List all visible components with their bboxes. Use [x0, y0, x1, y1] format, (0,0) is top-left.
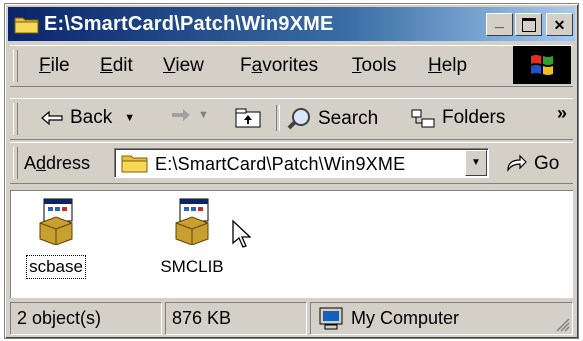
forward-dropdown-icon[interactable]: ▼ — [198, 109, 209, 121]
title-bar[interactable]: E:\SmartCard\Patch\Win9XME _ ✕ — [8, 7, 575, 41]
toolbar-grip[interactable] — [13, 103, 18, 135]
menu-file[interactable]: File — [39, 55, 70, 77]
status-size: 876 KB — [165, 302, 307, 335]
chevron-down-icon: ▼ — [471, 157, 481, 168]
menu-help-label: elp — [441, 55, 468, 76]
menu-help-accel: H — [428, 55, 442, 76]
menu-tools[interactable]: Tools — [352, 55, 396, 77]
file-label-scbase: scbase — [26, 255, 86, 279]
address-dropdown-button[interactable]: ▼ — [465, 150, 487, 176]
up-folder-button[interactable] — [234, 107, 262, 129]
forward-button[interactable]: ▼ — [170, 107, 209, 123]
folder-icon — [14, 17, 39, 34]
address-grip[interactable] — [13, 147, 18, 179]
search-icon — [287, 108, 310, 130]
address-combobox[interactable]: E:\SmartCard\Patch\Win9XME ▼ — [114, 148, 489, 178]
menu-view-accel: V — [163, 55, 176, 76]
menu-favorites-pre: F — [240, 55, 252, 76]
menu-tools-accel: T — [352, 55, 362, 76]
status-zone-label: My Computer — [351, 308, 460, 328]
minimize-icon: _ — [495, 12, 504, 30]
menu-favorites[interactable]: Favorites — [240, 55, 318, 77]
toolbar-separator — [276, 105, 280, 131]
menu-favorites-accel: a — [251, 55, 263, 76]
menu-help[interactable]: Help — [428, 55, 467, 77]
menu-bar: File Edit View Favorites Tools Help — [10, 45, 573, 87]
address-label-accel: d — [36, 153, 47, 173]
menu-view[interactable]: View — [163, 55, 204, 77]
maximize-button[interactable] — [515, 13, 542, 36]
my-computer-icon — [319, 307, 343, 330]
address-input[interactable]: E:\SmartCard\Patch\Win9XME — [155, 154, 405, 175]
minimize-button[interactable]: _ — [486, 13, 513, 36]
status-zone: My Computer — [310, 302, 573, 335]
menu-view-label: iew — [175, 55, 204, 76]
window-title: E:\SmartCard\Patch\Win9XME — [44, 13, 334, 35]
setup-package-icon — [175, 198, 209, 246]
back-arrow-icon — [41, 110, 63, 126]
menu-grip[interactable] — [13, 50, 18, 82]
close-button[interactable]: ✕ — [546, 13, 573, 36]
search-label: Search — [318, 108, 379, 129]
close-icon: ✕ — [553, 16, 566, 33]
go-arrow-icon — [507, 154, 527, 172]
folders-tree-icon — [411, 109, 435, 128]
menu-file-accel: F — [39, 55, 51, 76]
standard-toolbar: Back ▼ ▼ Search Folders » — [10, 98, 573, 140]
address-label-rest: dress — [46, 153, 91, 173]
status-object-count: 2 object(s) — [10, 302, 162, 335]
address-folder-icon — [121, 155, 148, 173]
explorer-window: E:\SmartCard\Patch\Win9XME _ ✕ File Edit… — [4, 3, 579, 339]
address-label: Address — [24, 153, 90, 174]
go-button[interactable]: Go — [504, 153, 559, 175]
menu-edit[interactable]: Edit — [100, 55, 133, 77]
menu-tools-label: ools — [361, 55, 397, 76]
windows-flag-icon — [531, 55, 553, 75]
address-bar: Address E:\SmartCard\Patch\Win9XME ▼ Go — [10, 142, 573, 184]
file-label-smclib: SMCLIB — [160, 257, 224, 276]
menu-favorites-label: vorites — [262, 55, 319, 76]
folders-label: Folders — [442, 107, 506, 128]
file-item-smclib[interactable]: SMCLIB — [147, 197, 237, 278]
menu-file-label: ile — [50, 55, 70, 76]
folders-button[interactable]: Folders — [410, 107, 505, 129]
setup-package-icon — [39, 198, 73, 246]
mouse-cursor-icon — [232, 219, 251, 248]
menu-edit-accel: E — [100, 55, 113, 76]
search-button[interactable]: Search — [286, 107, 378, 131]
menu-edit-label: dit — [112, 55, 133, 76]
file-item-scbase[interactable]: scbase — [11, 197, 101, 279]
toolbar-overflow-chevron[interactable]: » — [557, 103, 567, 124]
back-label: Back — [70, 107, 113, 128]
forward-arrow-icon — [172, 109, 190, 121]
back-button[interactable]: Back ▼ — [40, 107, 135, 129]
address-label-pre: A — [24, 153, 37, 173]
windows-logo — [513, 46, 571, 84]
resize-grip-icon[interactable] — [556, 318, 570, 332]
file-list-pane[interactable]: scbase SMCLIB — [10, 190, 573, 298]
back-dropdown-icon[interactable]: ▼ — [124, 112, 135, 124]
maximize-icon — [521, 17, 536, 32]
go-label: Go — [534, 153, 560, 174]
up-folder-icon — [235, 108, 261, 128]
